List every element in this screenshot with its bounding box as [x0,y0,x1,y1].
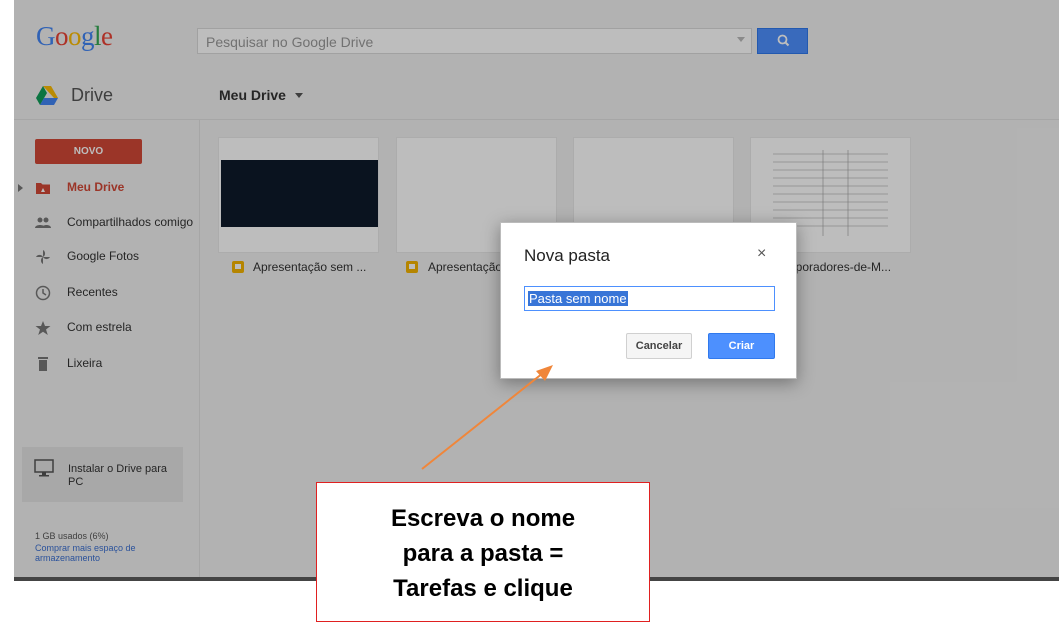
callout-line: Tarefas e clique [393,575,573,602]
instruction-callout: Escreva o nome para a pasta = Tarefas e … [316,482,650,622]
callout-line: para a pasta = [402,540,564,567]
callout-text: Escreva o nome para a pasta = Tarefas e … [317,501,649,606]
callout-line: Escreva o nome [390,505,576,532]
